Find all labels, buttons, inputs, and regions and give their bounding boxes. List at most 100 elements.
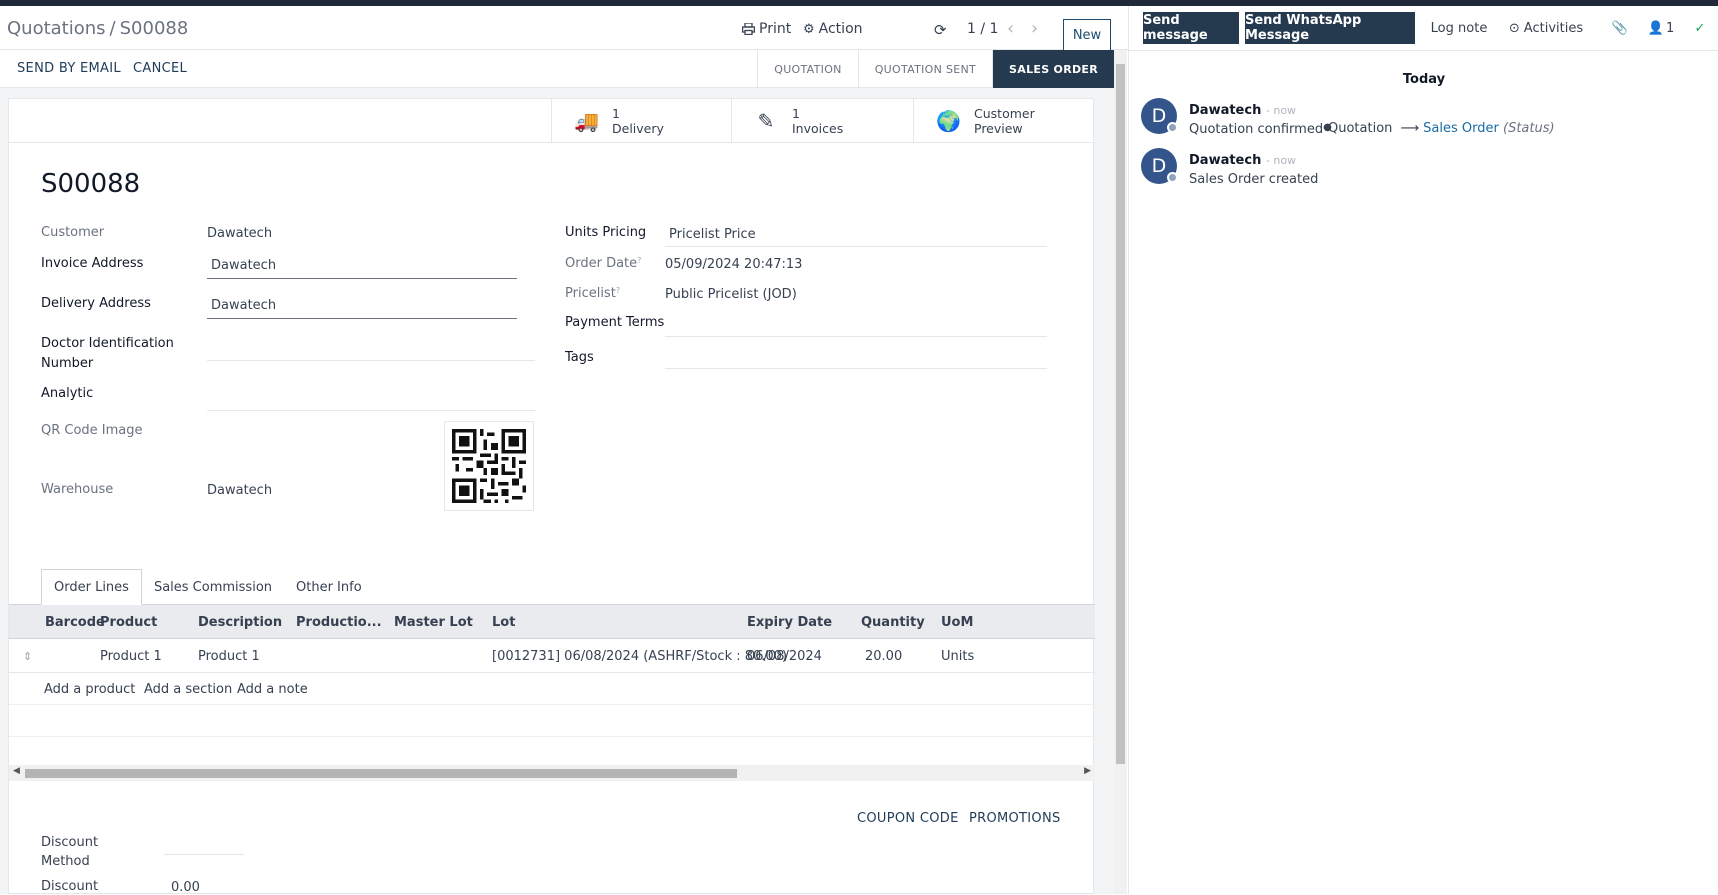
- stage-quotation-sent[interactable]: QUOTATION SENT: [857, 50, 992, 88]
- tab-other-info[interactable]: Other Info: [284, 569, 374, 605]
- col-expiry-date[interactable]: Expiry Date: [747, 615, 832, 630]
- drag-handle-icon[interactable]: ⇕: [23, 650, 32, 663]
- avatar[interactable]: D: [1141, 98, 1178, 134]
- chatter-panel: Send message Send WhatsApp Message Log n…: [1128, 6, 1718, 894]
- col-lot[interactable]: Lot: [492, 615, 515, 630]
- col-production[interactable]: Productio...: [296, 615, 382, 630]
- cancel-button[interactable]: CANCEL: [133, 61, 187, 76]
- discount-method-field[interactable]: [164, 854, 244, 855]
- pager-value[interactable]: 1 / 1: [967, 21, 998, 37]
- action-button[interactable]: ⚙ Action: [803, 21, 863, 37]
- breadcrumb-separator: /: [109, 18, 116, 39]
- pricelist-help-icon[interactable]: ?: [616, 286, 620, 295]
- customer-preview-smart-button[interactable]: 🌍 Customer Preview: [913, 99, 1095, 143]
- chevron-right-icon[interactable]: ›: [1031, 18, 1038, 39]
- add-section-link[interactable]: Add a section: [144, 682, 232, 697]
- action-label: Action: [818, 21, 863, 37]
- stage-sales-order[interactable]: SALES ORDER: [992, 50, 1114, 88]
- send-message-button[interactable]: Send message: [1143, 12, 1239, 44]
- following-check-icon[interactable]: ✓: [1685, 12, 1715, 44]
- log-note-button[interactable]: Log note: [1419, 12, 1499, 44]
- new-button[interactable]: New: [1063, 19, 1111, 51]
- horizontal-scrollbar[interactable]: ◀ ▶: [9, 765, 1095, 781]
- tracking-value: Quotation ⟶ Sales Order (Status): [1328, 121, 1555, 136]
- presence-dot: [1167, 172, 1178, 183]
- customer-value[interactable]: Dawatech: [207, 226, 272, 241]
- cell-description[interactable]: Product 1: [198, 649, 260, 664]
- analytic-field[interactable]: [207, 410, 535, 411]
- col-barcode[interactable]: Barcode: [45, 615, 105, 630]
- units-pricing-underline: [665, 246, 1047, 247]
- chevron-left-icon[interactable]: ‹: [1007, 18, 1014, 39]
- status-stages: QUOTATION QUOTATION SENT SALES ORDER: [757, 50, 1114, 88]
- discount-value[interactable]: 0.00: [171, 880, 200, 895]
- units-pricing-field[interactable]: Pricelist Price: [669, 227, 756, 242]
- payment-terms-field[interactable]: [665, 336, 1047, 337]
- message-author[interactable]: Dawatech - now: [1189, 103, 1296, 118]
- refresh-icon[interactable]: ⟳: [934, 21, 947, 39]
- send-by-email-button[interactable]: SEND BY EMAIL: [17, 61, 121, 76]
- message-author[interactable]: Dawatech - now: [1189, 153, 1296, 168]
- stage-quotation[interactable]: QUOTATION: [757, 50, 857, 88]
- cell-quantity[interactable]: 20.00: [865, 649, 902, 664]
- table-row[interactable]: ⇕ Product 1 Product 1 [0012731] 06/08/20…: [9, 639, 1095, 673]
- gear-icon: ⚙: [803, 21, 815, 37]
- date-separator: Today: [1402, 72, 1446, 87]
- col-master-lot[interactable]: Master Lot: [394, 615, 473, 630]
- add-note-link[interactable]: Add a note: [237, 682, 308, 697]
- breadcrumb-parent[interactable]: Quotations: [7, 18, 106, 39]
- cell-uom[interactable]: Units: [941, 649, 974, 664]
- col-product[interactable]: Product: [100, 615, 157, 630]
- doctor-id-field[interactable]: [207, 360, 535, 361]
- horizontal-scroll-thumb[interactable]: [25, 769, 737, 778]
- followers-button[interactable]: 👤 1: [1643, 12, 1679, 44]
- followers-count: 1: [1665, 20, 1675, 36]
- avatar[interactable]: D: [1141, 148, 1178, 184]
- tab-sales-commission[interactable]: Sales Commission: [142, 569, 284, 605]
- vertical-scrollbar[interactable]: [1114, 50, 1127, 894]
- invoices-count: 1: [792, 106, 800, 121]
- pricelist-label: Pricelist?: [565, 286, 620, 301]
- tab-order-lines[interactable]: Order Lines: [41, 569, 142, 605]
- activities-button[interactable]: ⊙ Activities: [1503, 12, 1589, 44]
- avatar-initial: D: [1151, 105, 1167, 127]
- customer-label: Customer: [41, 225, 105, 240]
- empty-row: [9, 705, 1095, 737]
- invoice-address-label: Invoice Address: [41, 256, 144, 271]
- cell-product[interactable]: Product 1: [100, 649, 162, 664]
- tags-field[interactable]: [665, 368, 1047, 369]
- activities-label: Activities: [1523, 20, 1584, 36]
- avatar-initial: D: [1151, 155, 1167, 177]
- delivery-smart-button[interactable]: 🚚 1 Delivery: [551, 99, 731, 143]
- col-description[interactable]: Description: [198, 615, 282, 630]
- vertical-scroll-thumb[interactable]: [1116, 64, 1125, 764]
- promotions-button[interactable]: PROMOTIONS: [969, 811, 1061, 826]
- scroll-right-icon[interactable]: ▶: [1084, 766, 1091, 776]
- cell-expiry-date[interactable]: 06/08/2024: [747, 649, 822, 664]
- col-uom[interactable]: UoM: [941, 615, 973, 630]
- scroll-left-icon[interactable]: ◀: [13, 766, 20, 776]
- warehouse-value[interactable]: Dawatech: [207, 483, 272, 498]
- cell-lot[interactable]: [0012731] 06/08/2024 (ASHRF/Stock : 80.0…: [492, 649, 787, 664]
- truck-icon: 🚚: [574, 109, 599, 133]
- smart-button-bar: 🚚 1 Delivery ✎ 1 Invoices 🌍 Customer Previe…: [9, 99, 1095, 143]
- notebook-tabs: Order Lines Sales Commission Other Info: [41, 569, 374, 605]
- analytic-label: Analytic: [41, 386, 94, 401]
- invoices-smart-button[interactable]: ✎ 1 Invoices: [731, 99, 913, 143]
- tags-label: Tags: [565, 350, 594, 365]
- col-quantity[interactable]: Quantity: [861, 615, 925, 630]
- order-date-help-icon[interactable]: ?: [637, 256, 641, 265]
- arrow-right-icon: ⟶: [1400, 121, 1420, 136]
- invoices-label: Invoices: [792, 121, 844, 136]
- invoice-address-field[interactable]: Dawatech: [211, 258, 276, 273]
- order-date-value[interactable]: 05/09/2024 20:47:13: [665, 257, 802, 272]
- coupon-code-button[interactable]: COUPON CODE: [857, 811, 959, 826]
- add-product-link[interactable]: Add a product: [44, 682, 135, 697]
- attachment-icon[interactable]: 📎: [1605, 12, 1635, 44]
- delivery-label: Delivery: [612, 121, 664, 136]
- delivery-address-field[interactable]: Dawatech: [211, 298, 276, 313]
- tracking-old-value: Quotation: [1328, 121, 1393, 136]
- send-whatsapp-button[interactable]: Send WhatsApp Message: [1245, 12, 1415, 44]
- print-button[interactable]: Print: [742, 21, 791, 37]
- pricelist-value[interactable]: Public Pricelist (JOD): [665, 287, 797, 302]
